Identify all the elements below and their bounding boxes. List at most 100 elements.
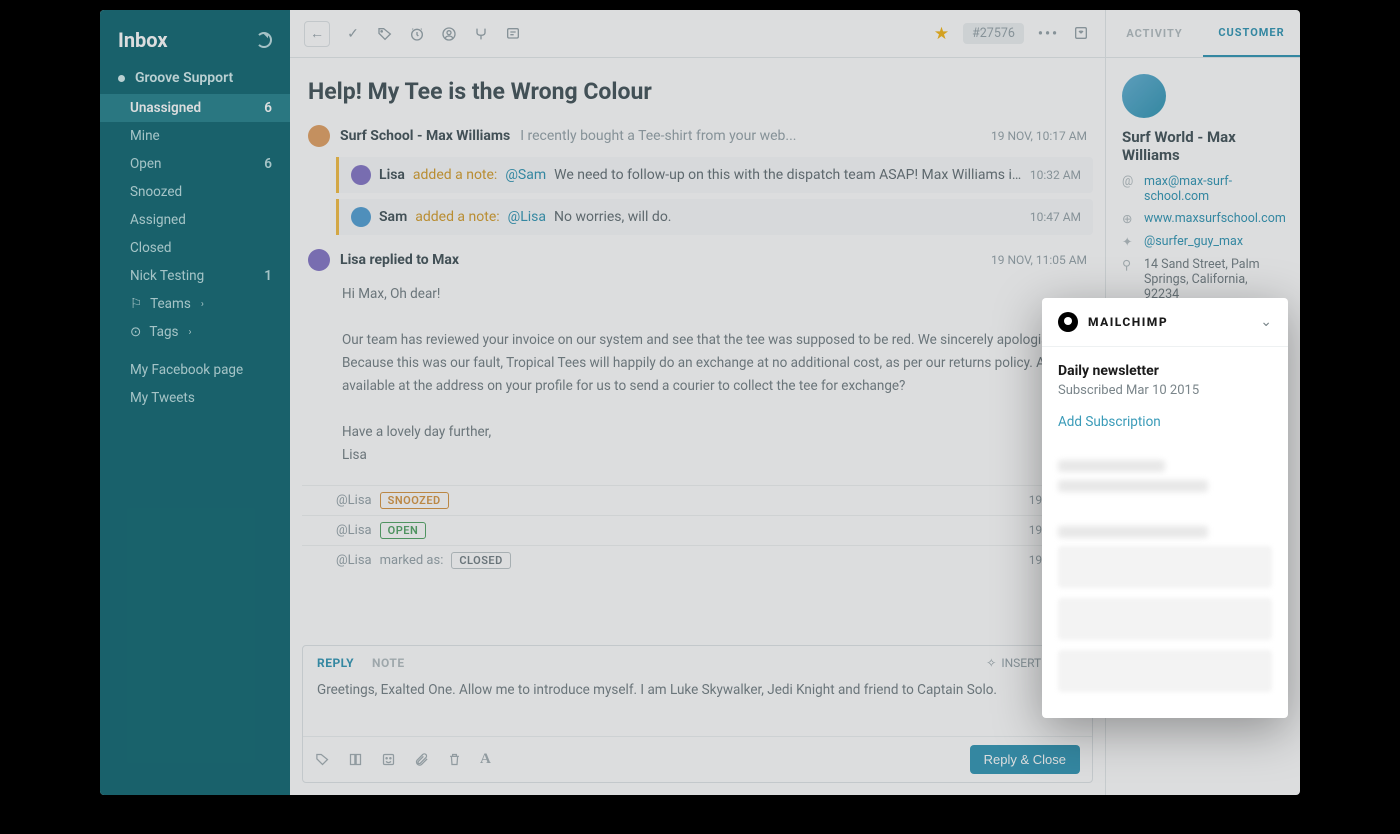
status-who: @Lisa (336, 493, 372, 508)
assign-icon[interactable] (440, 25, 458, 43)
reply-line: Hi Max, Oh dear! (342, 283, 1087, 306)
pin-icon: ⚲ (1122, 257, 1136, 273)
composer-tag-icon[interactable] (315, 752, 330, 767)
nav-snoozed[interactable]: Snoozed (100, 178, 290, 206)
message-row[interactable]: Surf School - Max Williams I recently bo… (302, 115, 1093, 157)
customer-twitter-row[interactable]: ✦ @surfer_guy_max (1122, 234, 1284, 250)
nav-teams[interactable]: ⚐ Teams › (100, 290, 290, 318)
snooze-icon[interactable] (408, 25, 426, 43)
customer-email-row[interactable]: @ max@max-surf-school.com (1122, 174, 1284, 204)
star-icon[interactable]: ★ (934, 24, 949, 44)
avatar (351, 165, 371, 185)
note-text: No worries, will do. (554, 209, 1022, 225)
internal-note[interactable]: Sam added a note: @Lisa No worries, will… (336, 199, 1093, 235)
group-label: Groove Support (135, 70, 233, 86)
status-who: @Lisa (336, 523, 372, 538)
chevron-down-icon[interactable]: ⌄ (1260, 314, 1272, 330)
composer-textarea[interactable]: Greetings, Exalted One. Allow me to intr… (303, 676, 1092, 736)
customer-email: max@max-surf-school.com (1144, 174, 1284, 204)
status-event: @Lisa SNOOZED 19 NOV, 11 (302, 485, 1093, 515)
avatar (351, 207, 371, 227)
nav-label: Closed (130, 240, 172, 256)
composer-tab-reply[interactable]: REPLY (317, 656, 354, 670)
popup-header[interactable]: MAILCHIMP ⌄ (1042, 298, 1288, 347)
reply-line: Have a lovely day further, (342, 421, 1087, 444)
customer-web: www.maxsurfschool.com (1144, 211, 1286, 226)
ticket-title: Help! My Tee is the Wrong Colour (290, 58, 1105, 115)
customer-name: Surf World - Max Williams (1122, 128, 1284, 164)
reply-composer: REPLY NOTE ✧ INSERT REPLY Greetings, Exa… (302, 645, 1093, 783)
twitter-icon: ✦ (1122, 234, 1136, 250)
customer-web-row[interactable]: ⊕ www.maxsurfschool.com (1122, 211, 1284, 227)
status-event: @Lisa OPEN 19 NOV, 11 (302, 515, 1093, 545)
message-time: 19 NOV, 10:17 AM (991, 129, 1087, 143)
add-subscription-link[interactable]: Add Subscription (1058, 414, 1272, 430)
ticket-id-badge: #27576 (963, 23, 1024, 44)
customer-address: 14 Sand Street, Palm Springs, California… (1144, 257, 1284, 302)
tags-icon: ⊙ (130, 324, 141, 340)
popup-title: MAILCHIMP (1088, 315, 1168, 329)
composer-format-icon[interactable]: A (480, 751, 491, 768)
nav-count: 6 (264, 156, 272, 172)
reply-header: Lisa replied to Max (340, 252, 459, 268)
status-badge: CLOSED (451, 552, 510, 569)
blurred-content (1058, 598, 1272, 640)
reply-line: Our team has reviewed your invoice on ou… (342, 329, 1087, 398)
nav-unassigned[interactable]: Unassigned 6 (100, 94, 290, 122)
blurred-content (1058, 480, 1208, 492)
nav-mine[interactable]: Mine (100, 122, 290, 150)
mailchimp-popup: MAILCHIMP ⌄ Daily newsletter Subscribed … (1042, 298, 1288, 718)
customer-address-row: ⚲ 14 Sand Street, Palm Springs, Californ… (1122, 257, 1284, 302)
nav-label: Open (130, 156, 161, 172)
check-icon[interactable]: ✓ (344, 25, 362, 43)
reply-time: 19 NOV, 11:05 AM (991, 253, 1087, 267)
tab-activity[interactable]: ACTIVITY (1106, 10, 1203, 57)
nav-closed[interactable]: Closed (100, 234, 290, 262)
status-badge: SNOOZED (380, 492, 449, 509)
blurred-content (1058, 460, 1165, 472)
nav-open[interactable]: Open 6 (100, 150, 290, 178)
status-event: @Lisa marked as: CLOSED 19 NOV, 11 (302, 545, 1093, 575)
tab-customer[interactable]: CUSTOMER (1203, 10, 1300, 57)
composer-attach-icon[interactable] (414, 752, 429, 767)
note-time: 10:47 AM (1030, 210, 1081, 224)
open-external-icon[interactable] (1073, 25, 1091, 43)
note-icon[interactable] (504, 25, 522, 43)
status-badge: OPEN (380, 522, 427, 539)
composer-emoji-icon[interactable] (381, 752, 396, 767)
note-author: Sam (379, 209, 407, 225)
composer-trash-icon[interactable] (447, 752, 462, 767)
note-action: added a note: (415, 209, 499, 225)
internal-note[interactable]: Lisa added a note: @Sam We need to follo… (336, 157, 1093, 193)
merge-icon[interactable] (472, 25, 490, 43)
blurred-content (1058, 546, 1272, 588)
status-dot-icon (118, 75, 125, 82)
at-icon: @ (1122, 174, 1136, 189)
refresh-icon[interactable] (256, 32, 272, 48)
nav-label: Unassigned (130, 100, 201, 116)
nav-assigned[interactable]: Assigned (100, 206, 290, 234)
nav-count: 6 (264, 100, 272, 116)
subscription-list-name: Daily newsletter (1058, 363, 1272, 379)
back-button[interactable]: ← (304, 21, 330, 47)
globe-icon: ⊕ (1122, 211, 1136, 227)
nav-label: Mine (130, 128, 160, 144)
reply-message: Lisa replied to Max 19 NOV, 11:05 AM Hi … (302, 241, 1093, 485)
subscription-date: Subscribed Mar 10 2015 (1058, 383, 1272, 398)
composer-tab-note[interactable]: NOTE (372, 656, 405, 670)
sidebar-group[interactable]: Groove Support (100, 62, 290, 94)
nav-facebook[interactable]: My Facebook page (100, 356, 290, 384)
tag-icon[interactable] (376, 25, 394, 43)
nav-label: Snoozed (130, 184, 182, 200)
reply-line: Lisa (342, 444, 1087, 467)
composer-snippet-icon[interactable] (348, 752, 363, 767)
customer-avatar (1122, 74, 1166, 118)
nav-tags[interactable]: ⊙ Tags › (100, 318, 290, 346)
more-icon[interactable]: ••• (1038, 26, 1059, 42)
reply-and-close-button[interactable]: Reply & Close (970, 745, 1080, 774)
teams-icon: ⚐ (130, 296, 142, 312)
lightbulb-icon: ✧ (986, 656, 996, 670)
nav-nick-testing[interactable]: Nick Testing 1 (100, 262, 290, 290)
nav-tweets[interactable]: My Tweets (100, 384, 290, 412)
chevron-right-icon: › (189, 327, 192, 338)
